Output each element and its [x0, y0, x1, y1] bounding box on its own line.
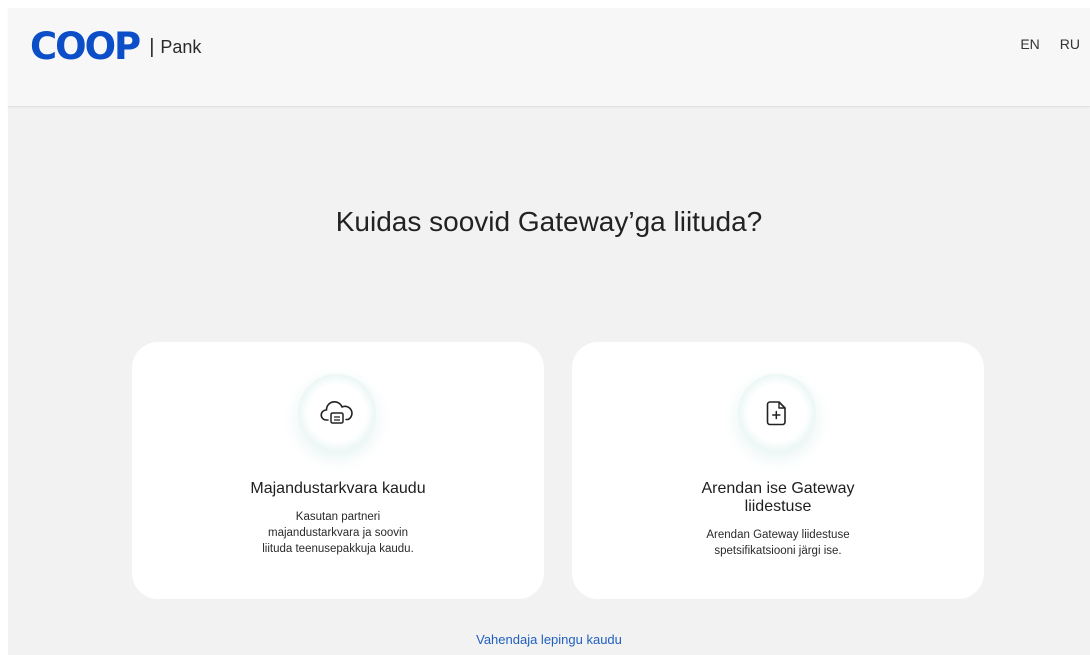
description-line: majandustarkvara ja soovin — [268, 527, 408, 539]
page: COOP | Pank EN RU Kuidas soovid Gateway’… — [8, 8, 1090, 655]
language-ru[interactable]: RU — [1060, 36, 1080, 52]
option-description: Arendan Gateway liidestuse spetsifikatsi… — [592, 527, 964, 559]
description-line: liituda teenusepakkuja kaudu. — [262, 543, 414, 555]
option-title: Majandustarkvara kaudu — [250, 480, 426, 497]
option-card-develop[interactable]: Arendan ise Gateway liidestuse Arendan G… — [572, 342, 984, 599]
logo-separator: | — [149, 35, 155, 58]
page-title: Kuidas soovid Gateway’ga liituda? — [335, 206, 763, 237]
cloud-document-icon — [320, 401, 353, 424]
header: COOP | Pank EN RU — [8, 8, 1090, 107]
document-plus-icon — [766, 401, 786, 426]
intermediary-contract-link[interactable]: Vahendaja lepingu kaudu — [8, 632, 1090, 647]
title-line: liidestuse — [744, 498, 812, 515]
logo-sub: Pank — [160, 36, 202, 57]
icon-circle — [738, 374, 816, 452]
description-line: Arendan Gateway liidestuse — [706, 529, 850, 541]
description-line: spetsifikatsiooni järgi ise. — [714, 545, 842, 557]
language-en[interactable]: EN — [1020, 36, 1039, 52]
description-line: Kasutan partneri — [295, 511, 381, 523]
logo-brand: COOP — [30, 25, 141, 68]
language-switcher: EN RU — [1020, 36, 1080, 52]
option-card-software[interactable]: Majandustarkvara kaudu Kasutan partneri … — [132, 342, 544, 599]
coop-pank-logo[interactable]: COOP | Pank — [30, 25, 202, 68]
icon-circle — [298, 374, 376, 452]
option-title: Arendan ise Gateway liidestuse — [592, 480, 964, 516]
option-description: Kasutan partneri majandustarkvara ja soo… — [152, 509, 524, 557]
title-line: Arendan ise Gateway — [701, 480, 855, 497]
